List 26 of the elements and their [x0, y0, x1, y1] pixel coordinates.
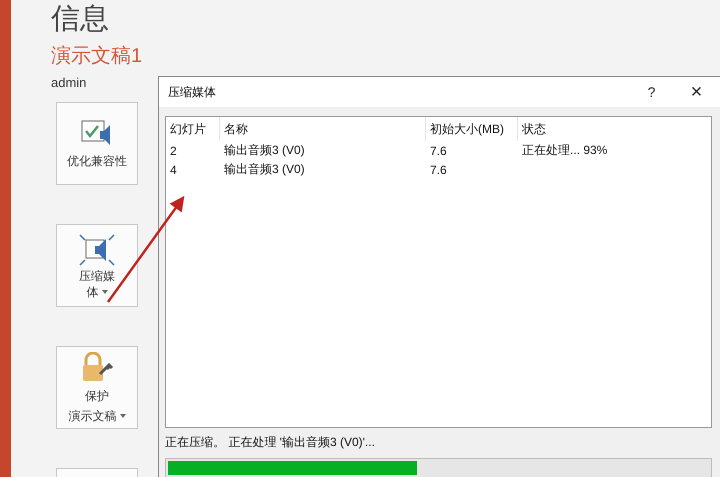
button-label: 优化兼容性: [67, 152, 127, 168]
close-button[interactable]: ×: [674, 78, 719, 106]
column-header[interactable]: 初始大小(MB): [426, 117, 518, 141]
table-cell-text: 输出音频3 (V0): [223, 161, 306, 178]
document-title: 演示文稿1: [51, 44, 142, 69]
button-label: 体: [86, 284, 98, 300]
action-button[interactable]: 保护 演示文稿: [56, 346, 138, 429]
button-label: 演示文稿: [68, 408, 116, 424]
table-cell-text: 7.6: [429, 144, 448, 158]
table-cell-text: 4: [169, 162, 178, 176]
table-cell-text: 输出音频3 (V0): [223, 142, 306, 159]
column-header[interactable]: 幻灯片: [166, 117, 220, 141]
page-title: 信息: [51, 2, 110, 36]
button-label: 压缩媒: [79, 268, 115, 284]
help-button[interactable]: ?: [629, 78, 674, 106]
status-text: 正在压缩。 正在处理 '输出音频3 (V0)'...: [165, 434, 376, 450]
table-cell-text: 7.6: [429, 162, 448, 176]
table-cell-text: 2: [169, 144, 178, 158]
column-header[interactable]: 状态: [518, 117, 638, 141]
table-cell-text: 正在处理... 93%: [521, 142, 608, 159]
dialog-title: 压缩媒体: [168, 84, 217, 100]
author-name: admin: [51, 75, 88, 90]
action-button[interactable]: 优化兼容性: [56, 102, 138, 185]
action-button[interactable]: 压缩媒 体: [56, 224, 138, 307]
button-label: 保护: [85, 388, 109, 404]
column-header[interactable]: 名称: [220, 117, 426, 141]
